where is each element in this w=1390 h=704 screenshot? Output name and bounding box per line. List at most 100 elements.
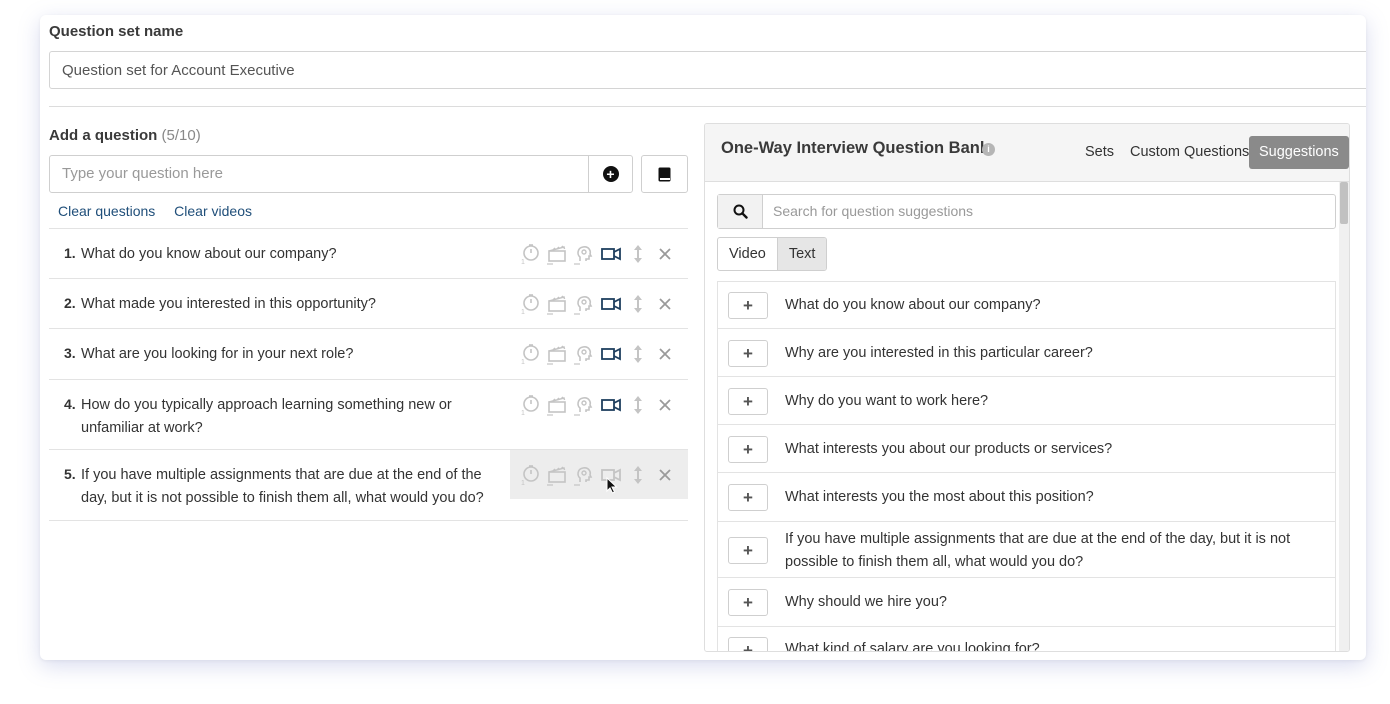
drag-handle-icon[interactable] [624, 462, 651, 488]
suggestion-text: Why should we hire you? [785, 594, 947, 610]
scrollbar[interactable] [1339, 182, 1349, 651]
svg-text:1: 1 [521, 480, 525, 486]
head-icon[interactable] [570, 462, 597, 488]
suggestion-text: Why do you want to work here? [785, 393, 989, 409]
add-suggestion-button[interactable]: + [728, 484, 768, 511]
question-text: How do you typically approach learning s… [81, 397, 452, 436]
question-text: What made you interested in this opportu… [81, 296, 376, 312]
close-icon[interactable] [651, 392, 678, 418]
head-icon[interactable] [570, 341, 597, 367]
clapperboard-icon[interactable] [543, 392, 570, 418]
video-camera-icon[interactable] [597, 291, 624, 317]
question-number: 2. [64, 295, 76, 311]
close-icon[interactable] [651, 291, 678, 317]
add-suggestion-button[interactable]: + [728, 292, 768, 319]
question-count: (5/10) [161, 127, 201, 144]
book-icon [658, 167, 671, 181]
video-camera-icon[interactable] [597, 392, 624, 418]
tab-custom-questions[interactable]: Custom Questions [1120, 136, 1259, 169]
drag-handle-icon[interactable] [624, 241, 651, 267]
suggestion-row: + If you have multiple assignments that a… [718, 522, 1335, 578]
close-icon[interactable] [651, 462, 678, 488]
video-camera-icon[interactable] [597, 341, 624, 367]
suggestion-text: What interests you about our products or… [785, 441, 1113, 457]
question-text: What are you looking for in your next ro… [81, 346, 354, 362]
search-button[interactable] [718, 195, 763, 228]
suggestion-search-input[interactable]: Search for question suggestions [773, 195, 973, 228]
clear-videos-link[interactable]: Clear videos [174, 203, 252, 219]
question-row[interactable]: 5. If you have multiple assignments that … [49, 450, 688, 521]
question-set-name-label: Question set name [49, 23, 184, 40]
question-set-card: Question set name Add a question (5/10) … [40, 15, 1366, 660]
add-suggestion-button[interactable]: + [728, 637, 768, 651]
question-row[interactable]: 4. How do you typically approach learning… [49, 380, 688, 450]
suggestion-row: + What kind of salary are you looking for… [718, 627, 1335, 652]
clear-links: Clear questions Clear videos [58, 203, 267, 219]
suggestion-text: If you have multiple assignments that ar… [785, 531, 1291, 570]
timer-icon[interactable]: 1 [516, 341, 543, 367]
question-number: 3. [64, 345, 76, 361]
suggestion-text: What do you know about our company? [785, 297, 1041, 313]
add-question-label: Add a question (5/10) [49, 127, 201, 144]
suggestion-text: Why are you interested in this particula… [785, 345, 1093, 361]
tab-suggestions[interactable]: Suggestions [1249, 136, 1349, 169]
add-suggestion-button[interactable]: + [728, 436, 768, 463]
video-camera-icon[interactable] [597, 241, 624, 267]
toggle-video[interactable]: Video [718, 238, 777, 270]
head-icon[interactable] [570, 241, 597, 267]
timer-icon[interactable]: 1 [516, 291, 543, 317]
scroll-thumb[interactable] [1340, 182, 1348, 224]
suggestion-row: + Why should we hire you? [718, 578, 1335, 627]
clapperboard-icon[interactable] [543, 341, 570, 367]
add-suggestion-button[interactable]: + [728, 340, 768, 367]
question-input[interactable] [49, 155, 589, 193]
question-list: 1. What do you know about our company? 1 2.… [49, 228, 688, 521]
question-actions: 1 [516, 341, 688, 367]
suggestion-row: + What interests you about our products o… [718, 425, 1335, 473]
info-icon[interactable]: i [982, 143, 995, 156]
suggestion-row: + What do you know about our company? [718, 282, 1335, 329]
type-toggle: Video Text [717, 237, 828, 271]
question-number: 4. [64, 396, 76, 412]
suggestion-text: What kind of salary are you looking for? [785, 641, 1040, 652]
head-icon[interactable] [570, 392, 597, 418]
add-question-button[interactable]: + [588, 155, 633, 193]
question-number: 1. [64, 245, 76, 261]
add-suggestion-button[interactable]: + [728, 537, 768, 564]
clapperboard-icon[interactable] [543, 462, 570, 488]
divider [49, 106, 1366, 107]
add-suggestion-button[interactable]: + [728, 388, 768, 415]
timer-icon[interactable]: 1 [516, 241, 543, 267]
question-row[interactable]: 2. What made you interested in this oppor… [49, 279, 688, 329]
question-number: 5. [64, 466, 76, 482]
question-bank-panel: One-Way Interview Question Bank i Sets C… [704, 123, 1350, 652]
question-row[interactable]: 3. What are you looking for in your next … [49, 329, 688, 380]
toggle-text[interactable]: Text [776, 238, 827, 270]
timer-icon[interactable]: 1 [516, 392, 543, 418]
question-set-name-input[interactable] [49, 51, 1366, 89]
question-actions: 1 [516, 291, 688, 317]
question-bank-header: One-Way Interview Question Bank i Sets C… [705, 124, 1349, 182]
suggestion-text: What interests you the most about this p… [785, 489, 1094, 505]
clapperboard-icon[interactable] [543, 241, 570, 267]
close-icon[interactable] [651, 341, 678, 367]
tab-sets[interactable]: Sets [1075, 136, 1124, 169]
question-actions: 1 [516, 241, 688, 267]
head-icon[interactable] [570, 291, 597, 317]
question-actions: 1 [516, 392, 688, 418]
clear-questions-link[interactable]: Clear questions [58, 203, 155, 219]
question-bank-button[interactable] [641, 155, 688, 193]
suggestion-row: + Why are you interested in this particul… [718, 329, 1335, 377]
drag-handle-icon[interactable] [624, 392, 651, 418]
add-suggestion-button[interactable]: + [728, 589, 768, 616]
drag-handle-icon[interactable] [624, 341, 651, 367]
suggestion-list: + What do you know about our company? + Why… [717, 281, 1336, 652]
clapperboard-icon[interactable] [543, 291, 570, 317]
timer-icon[interactable]: 1 [516, 462, 543, 488]
question-text: If you have multiple assignments that ar… [81, 467, 484, 506]
drag-handle-icon[interactable] [624, 291, 651, 317]
close-icon[interactable] [651, 241, 678, 267]
question-row[interactable]: 1. What do you know about our company? 1 [49, 229, 688, 279]
question-text: What do you know about our company? [81, 246, 337, 262]
question-actions: 1 [510, 450, 688, 499]
